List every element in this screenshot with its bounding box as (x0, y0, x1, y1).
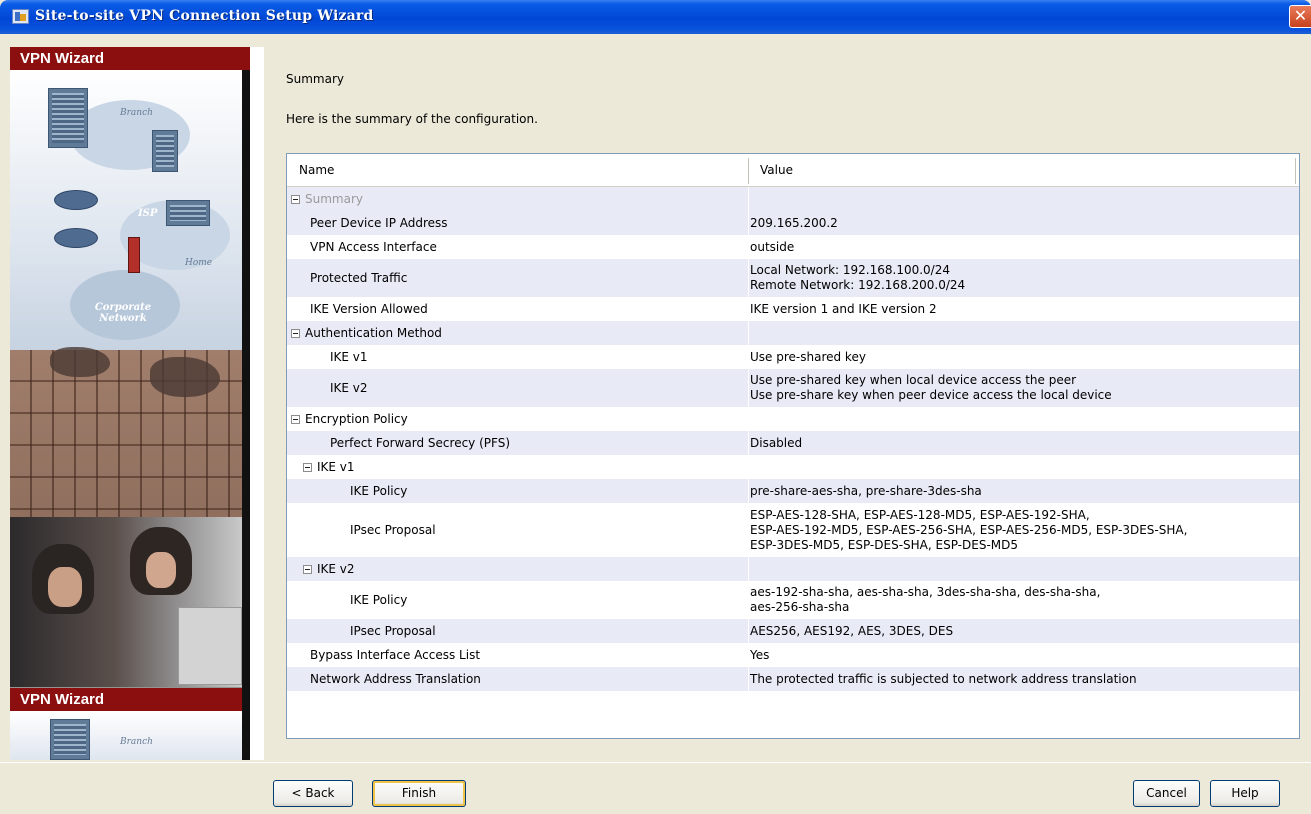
row-value (750, 407, 1293, 431)
column-header-name[interactable]: Name (299, 163, 334, 177)
corporate-network-label: Corporate Network (94, 302, 152, 324)
table-row[interactable]: Network Address Translation The protected… (287, 667, 1299, 691)
title-bar[interactable]: Site-to-site VPN Connection Setup Wizard… (0, 0, 1311, 34)
row-name: Network Address Translation (310, 672, 481, 686)
row-name: Perfect Forward Secrecy (PFS) (330, 436, 510, 450)
row-name: IPsec Proposal (350, 624, 436, 638)
row-name: Encryption Policy (291, 407, 408, 431)
table-row[interactable]: IKE v1 (287, 455, 1299, 479)
row-value (750, 455, 1293, 479)
row-value: Local Network: 192.168.100.0/24 Remote N… (750, 263, 966, 292)
router-icon (54, 228, 98, 248)
wizard-side-panel: Branch ISP Home Corporate Network VPN Wi… (10, 47, 264, 760)
table-header: Name Value (287, 154, 1299, 187)
firewall-icon (128, 237, 140, 273)
app-icon (12, 9, 29, 24)
table-row[interactable]: IPsec Proposal ESP-AES-128-SHA, ESP-AES-1… (287, 503, 1299, 557)
building-icon (152, 130, 178, 172)
isp-label: ISP (138, 208, 158, 219)
row-value: IKE version 1 and IKE version 2 (750, 301, 937, 316)
table-row[interactable]: IKE v2 (287, 557, 1299, 581)
table-row[interactable]: IKE Version Allowed IKE version 1 and IKE… (287, 297, 1299, 321)
table-row[interactable]: IKE Policy aes-192-sha-sha, aes-sha-sha, … (287, 581, 1299, 619)
table-row[interactable]: Authentication Method (287, 321, 1299, 345)
help-button[interactable]: Help (1210, 780, 1280, 807)
router-icon (54, 190, 98, 210)
row-value: Yes (750, 647, 770, 662)
back-label: < Back (291, 786, 335, 800)
table-row[interactable]: Encryption Policy (287, 407, 1299, 431)
branch-label: Branch (120, 737, 153, 747)
wizard-banner-bottom: VPN Wizard (10, 688, 264, 711)
table-row[interactable]: Summary (287, 187, 1299, 211)
row-value: AES256, AES192, AES, 3DES, DES (750, 623, 954, 638)
summary-table[interactable]: Name Value Summary Peer Device IP Address… (286, 153, 1300, 739)
table-body: Summary Peer Device IP Address 209.165.200… (287, 187, 1299, 691)
table-row[interactable]: Perfect Forward Secrecy (PFS) Disabled (287, 431, 1299, 455)
table-row[interactable]: VPN Access Interface outside (287, 235, 1299, 259)
network-illustration: Branch ISP Home Corporate Network (10, 70, 242, 350)
row-value: The protected traffic is subjected to ne… (750, 671, 1137, 686)
row-value: Use pre-shared key when local device acc… (750, 373, 1112, 402)
table-row[interactable]: IKE Policy pre-share-aes-sha, pre-share-3… (287, 479, 1299, 503)
row-name: VPN Access Interface (310, 240, 437, 254)
row-name: IKE Policy (350, 593, 408, 607)
row-name: Summary (291, 187, 363, 211)
row-value: Use pre-shared key (750, 349, 866, 364)
row-value: Disabled (750, 435, 803, 450)
finish-button[interactable]: Finish (372, 780, 466, 807)
wizard-label: VPN Wizard (20, 691, 105, 708)
window-title: Site-to-site VPN Connection Setup Wizard (35, 8, 374, 24)
row-name: IKE Policy (350, 484, 408, 498)
row-name: IPsec Proposal (350, 523, 436, 537)
table-row[interactable]: IKE v1 Use pre-shared key (287, 345, 1299, 369)
building-icon (48, 88, 88, 148)
building-icon (50, 719, 90, 760)
row-name: IKE Version Allowed (310, 302, 428, 316)
collapse-icon[interactable] (291, 194, 300, 204)
row-value: 209.165.200.2 (750, 215, 838, 230)
row-name: IKE v2 (330, 381, 368, 395)
column-header-value[interactable]: Value (760, 163, 793, 177)
close-button[interactable]: ✕ (1289, 5, 1311, 28)
back-button[interactable]: < Back (273, 780, 353, 807)
row-name: Protected Traffic (310, 271, 408, 285)
row-value: pre-share-aes-sha, pre-share-3des-sha (750, 483, 982, 498)
building-icon (166, 200, 210, 226)
collapse-icon[interactable] (303, 564, 312, 574)
row-value: aes-192-sha-sha, aes-sha-sha, 3des-sha-s… (750, 585, 1101, 614)
table-row[interactable]: Peer Device IP Address 209.165.200.2 (287, 211, 1299, 235)
table-row[interactable]: Protected Traffic Local Network: 192.168.… (287, 259, 1299, 297)
wizard-label: VPN Wizard (20, 50, 105, 67)
cancel-button[interactable]: Cancel (1133, 780, 1200, 807)
laptop-image (178, 607, 242, 685)
collapse-icon[interactable] (303, 462, 312, 472)
wizard-banner-top: VPN Wizard (10, 47, 264, 70)
row-name: Bypass Interface Access List (310, 648, 481, 662)
collapse-icon[interactable] (291, 328, 300, 338)
page-title: Summary (286, 72, 344, 86)
table-row[interactable]: Bypass Interface Access List Yes (287, 643, 1299, 667)
footer-separator (0, 762, 1311, 763)
row-value (750, 557, 1293, 581)
table-row[interactable]: IPsec Proposal AES256, AES192, AES, 3DES,… (287, 619, 1299, 643)
row-value (750, 187, 1293, 211)
collapse-icon[interactable] (291, 414, 300, 424)
row-name: IKE v1 (303, 455, 355, 479)
row-value: outside (750, 239, 795, 254)
row-value (750, 321, 1293, 345)
row-value: ESP-AES-128-SHA, ESP-AES-128-MD5, ESP-AE… (750, 507, 1188, 552)
row-name: IKE v1 (330, 350, 368, 364)
row-name: IKE v2 (303, 557, 355, 581)
home-label: Home (185, 258, 213, 268)
row-name: Authentication Method (291, 321, 442, 345)
page-subtitle: Here is the summary of the configuration… (286, 112, 538, 126)
table-row[interactable]: IKE v2 Use pre-shared key when local devi… (287, 369, 1299, 407)
branch-label: Branch (120, 108, 153, 118)
row-name: Peer Device IP Address (310, 216, 448, 230)
